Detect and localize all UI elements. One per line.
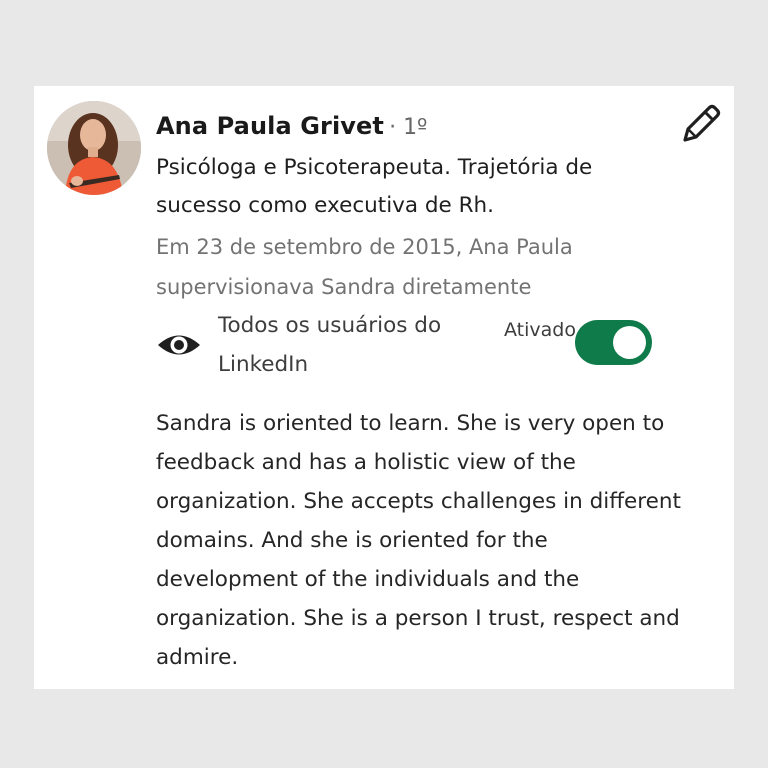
toggle-knob [613,326,646,359]
recommender-headline: Psicóloga e Psicoterapeuta. Trajetória d… [156,155,593,218]
relationship-description: Em 23 de setembro de 2015, Ana Paula sup… [156,235,573,299]
recommendation-card: Ana Paula Grivet · 1º Psicóloga e Psicot… [34,86,734,689]
toggle-status-label: Ativado [504,319,576,341]
visibility-toggle[interactable] [575,320,652,365]
connection-degree: · 1º [389,115,428,140]
avatar[interactable] [47,101,141,195]
recommendation-text: Sandra is oriented to learn. She is very… [156,411,681,670]
recommender-header: Ana Paula Grivet · 1º [156,108,427,144]
visibility-row: Todos os usuários do LinkedIn Ativado [156,306,696,386]
recommender-name[interactable]: Ana Paula Grivet [156,112,384,140]
pencil-icon[interactable] [679,102,723,146]
visibility-label: Todos os usuários do LinkedIn [218,313,442,377]
eye-icon [158,335,200,355]
